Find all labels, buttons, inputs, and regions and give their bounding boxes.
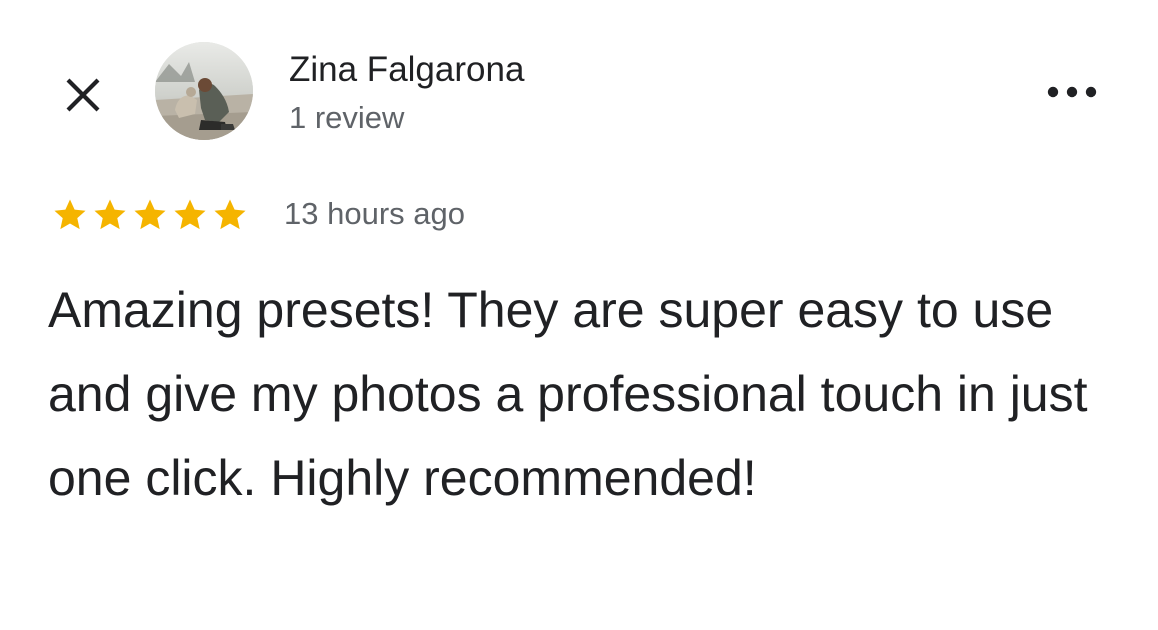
avatar-photo (155, 42, 253, 140)
review-count: 1 review (289, 100, 405, 135)
reviewer-name[interactable]: Zina Falgarona (289, 48, 524, 92)
review-text: Amazing presets! They are super easy to … (48, 282, 1088, 506)
star-icon (214, 199, 246, 230)
close-button[interactable] (58, 70, 108, 120)
star-rating (50, 196, 250, 234)
star-icon (94, 199, 126, 230)
star-icon (54, 199, 86, 230)
avatar[interactable] (155, 42, 253, 140)
review-timestamp: 13 hours ago (284, 196, 465, 231)
star-icon (174, 199, 206, 230)
close-icon (66, 78, 100, 112)
more-horizontal-icon (1047, 86, 1097, 98)
more-options-button[interactable] (1040, 70, 1104, 114)
star-icon (134, 199, 166, 230)
